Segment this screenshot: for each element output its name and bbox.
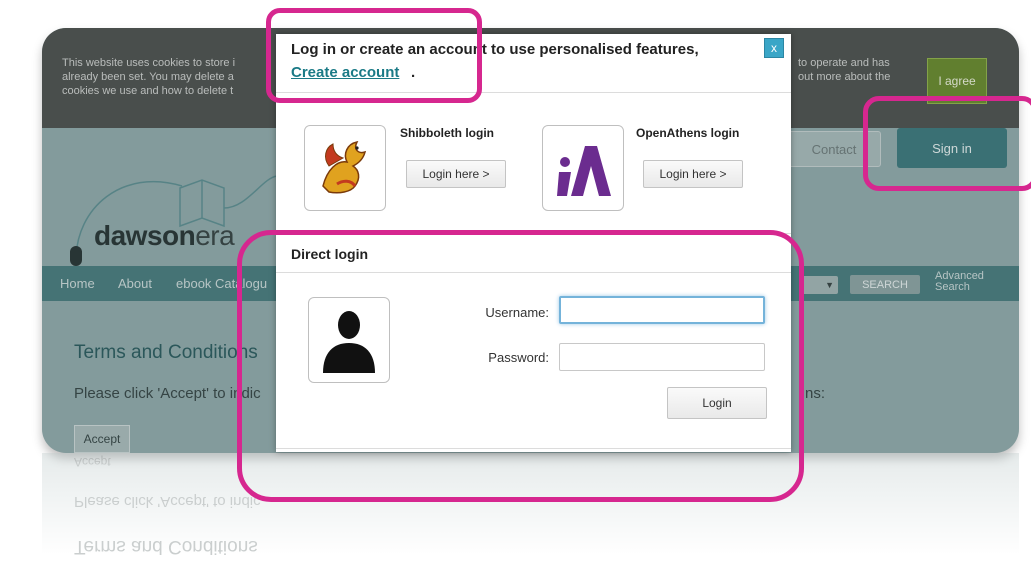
nav-item-home[interactable]: Home xyxy=(60,276,95,291)
username-label: Username: xyxy=(485,305,549,320)
username-input[interactable] xyxy=(559,296,765,324)
logo-wordmark: dawsonera xyxy=(94,220,235,252)
cookie-text-line: to operate and has xyxy=(798,57,890,69)
create-account-link[interactable]: Create account xyxy=(291,64,399,81)
cookie-text-line: already been set. You may delete a xyxy=(62,71,234,83)
shibboleth-logo xyxy=(304,125,386,211)
search-scope-select[interactable]: ▼ xyxy=(802,276,838,294)
cookie-text-line: out more about the xyxy=(798,71,891,83)
modal-title-punctuation: . xyxy=(411,64,416,81)
password-input[interactable] xyxy=(559,343,765,371)
modal-divider xyxy=(276,233,791,234)
cookie-agree-button[interactable]: I agree xyxy=(927,58,987,104)
cookie-text-right: to operate and has out more about the xyxy=(798,56,918,84)
openathens-title: OpenAthens login xyxy=(636,126,740,140)
close-button[interactable]: x xyxy=(764,38,784,58)
shibboleth-title: Shibboleth login xyxy=(400,126,494,140)
accept-button[interactable]: Accept xyxy=(74,425,130,453)
chevron-down-icon: ▼ xyxy=(825,280,834,290)
reflected-accept-text: Accept xyxy=(74,455,111,469)
nav-item-about[interactable]: About xyxy=(118,276,152,291)
logo-text-light: era xyxy=(195,220,235,251)
modal-divider xyxy=(276,92,791,93)
openathens-icon xyxy=(557,146,611,196)
reflected-terms-title: Terms and Conditions xyxy=(74,536,258,557)
password-label: Password: xyxy=(488,350,549,365)
terms-title: Terms and Conditions xyxy=(74,342,258,363)
modal-title: Log in or create an account to use perso… xyxy=(291,41,699,58)
modal-divider xyxy=(276,448,791,449)
shibboleth-griffin-icon xyxy=(322,140,367,194)
user-silhouette-icon xyxy=(323,311,375,373)
nav-item-ebook-catalogue[interactable]: ebook Catalogu xyxy=(176,276,267,291)
login-button[interactable]: Login xyxy=(667,387,767,419)
cookie-text-line: This website uses cookies to store i xyxy=(62,57,236,69)
advanced-search-link[interactable]: Advanced Search xyxy=(935,271,984,293)
login-modal: Log in or create an account to use perso… xyxy=(276,34,791,452)
shibboleth-login-button[interactable]: Login here > xyxy=(406,160,506,188)
cookie-text-left: This website uses cookies to store i alr… xyxy=(62,56,268,98)
logo-text-bold: dawson xyxy=(94,220,196,251)
screenshot-reflection: Accept Please click 'Accept' to indic Te… xyxy=(42,453,1019,571)
search-button[interactable]: SEARCH xyxy=(850,275,920,294)
advanced-search-line: Search xyxy=(935,281,970,293)
user-avatar-box xyxy=(308,297,390,383)
reflected-terms-text: Please click 'Accept' to indic xyxy=(74,493,261,510)
contact-button[interactable]: Contact xyxy=(787,131,881,167)
cookie-text-line: cookies we use and how to delete t xyxy=(62,85,234,97)
sign-in-button[interactable]: Sign in xyxy=(897,128,1007,168)
modal-divider xyxy=(276,272,791,273)
direct-login-title: Direct login xyxy=(291,246,369,262)
terms-text: Please click 'Accept' to indic xyxy=(74,385,261,402)
openathens-login-button[interactable]: Login here > xyxy=(643,160,743,188)
terms-text-end: ns: xyxy=(805,385,826,402)
openathens-logo xyxy=(542,125,624,211)
